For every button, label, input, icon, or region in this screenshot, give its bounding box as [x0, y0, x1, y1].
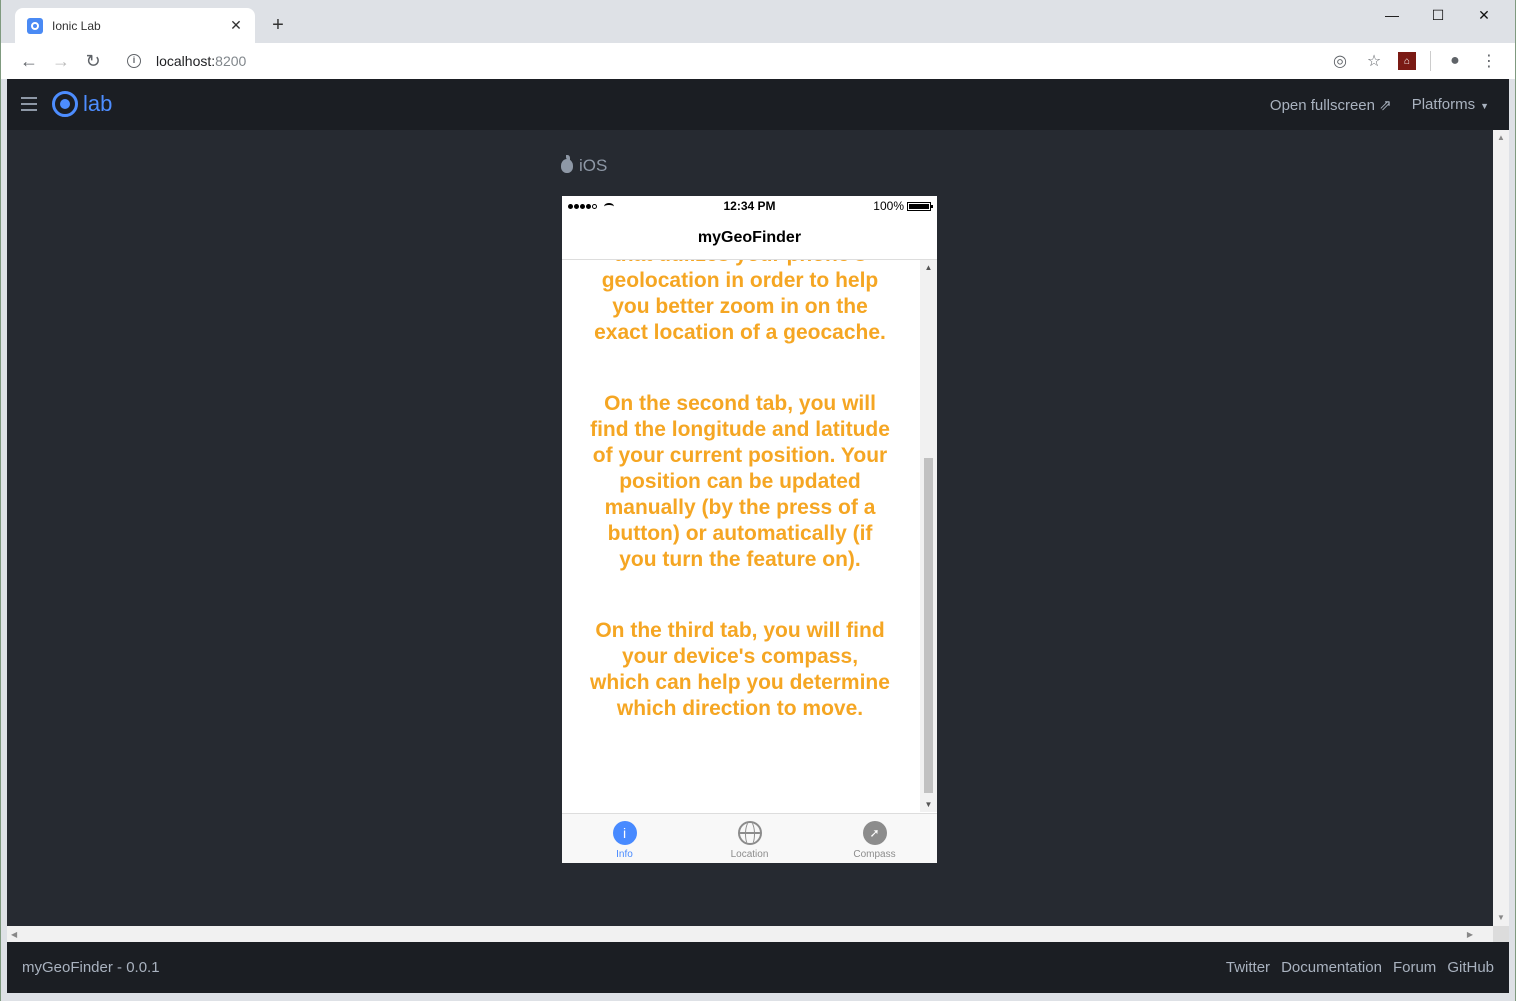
tab-info[interactable]: i Info	[562, 814, 687, 863]
apple-icon	[561, 155, 573, 173]
info-text: that utilizes your phone's geolocation i…	[590, 260, 890, 767]
lab-footer: myGeoFinder - 0.0.1 Twitter Documentatio…	[7, 942, 1509, 993]
url-text: localhost:8200	[156, 53, 247, 69]
platform-label: iOS	[561, 155, 607, 176]
info-icon: i	[612, 821, 637, 845]
ionic-lab: lab Open fullscreen ⇗ Platforms ▼ iOS 12:…	[7, 79, 1509, 993]
minimize-button[interactable]: —	[1369, 0, 1415, 30]
tab-strip: Ionic Lab ✕ + — ☐ ✕	[1, 0, 1515, 43]
scrollbar-corner	[1493, 926, 1509, 942]
open-fullscreen-link[interactable]: Open fullscreen ⇗	[1270, 96, 1392, 114]
platforms-dropdown[interactable]: Platforms ▼	[1412, 96, 1489, 113]
scroll-down-icon[interactable]: ▼	[1493, 910, 1509, 926]
tab-compass[interactable]: ➚ Compass	[812, 814, 937, 863]
scroll-left-icon[interactable]: ◀	[11, 930, 17, 939]
footer-link-forum[interactable]: Forum	[1393, 959, 1436, 976]
pdf-extension-icon[interactable]: ⌂	[1398, 52, 1416, 70]
site-info-icon[interactable]: i	[127, 54, 141, 68]
browser-tab[interactable]: Ionic Lab ✕	[15, 8, 255, 43]
paragraph: that utilizes your phone's geolocation i…	[594, 260, 886, 344]
close-window-button[interactable]: ✕	[1461, 0, 1507, 30]
menu-dots-icon[interactable]: ⋮	[1479, 51, 1499, 71]
compass-icon: ➚	[862, 821, 887, 845]
toolbar-actions: ◎ ☆ ⌂ ● ⋮	[1330, 43, 1499, 79]
scroll-thumb[interactable]	[924, 458, 933, 793]
logo-text: lab	[83, 91, 113, 116]
back-button[interactable]: ←	[13, 47, 45, 75]
lab-logo: lab	[52, 91, 112, 117]
footer-link-github[interactable]: GitHub	[1447, 959, 1494, 976]
footer-link-twitter[interactable]: Twitter	[1226, 959, 1270, 976]
globe-icon	[737, 821, 762, 845]
browser-toolbar: ← → ↻ i localhost:8200 ◎ ☆ ⌂ ● ⋮	[1, 43, 1515, 79]
tab-location[interactable]: Location	[687, 814, 812, 863]
close-tab-icon[interactable]: ✕	[227, 17, 245, 34]
reload-button[interactable]: ↻	[77, 47, 109, 75]
header-actions: Open fullscreen ⇗ Platforms ▼	[1270, 79, 1489, 130]
lab-vertical-scrollbar[interactable]: ▲ ▼	[1493, 130, 1509, 926]
forward-button[interactable]: →	[45, 47, 77, 75]
footer-link-documentation[interactable]: Documentation	[1281, 959, 1382, 976]
scroll-up-icon[interactable]: ▲	[1493, 130, 1509, 146]
scroll-right-icon[interactable]: ▶	[1467, 930, 1473, 939]
content-scrollbar[interactable]: ▲ ▼	[920, 260, 937, 812]
toolbar-divider	[1430, 51, 1431, 71]
scroll-down-icon[interactable]: ▼	[920, 800, 937, 809]
profile-icon[interactable]: ●	[1445, 51, 1465, 71]
address-bar[interactable]: i localhost:8200	[119, 47, 1381, 75]
maximize-button[interactable]: ☐	[1415, 0, 1461, 30]
lab-header: lab Open fullscreen ⇗ Platforms ▼	[7, 79, 1509, 130]
browser-window: Ionic Lab ✕ + — ☐ ✕ ← → ↻ i localhost:82…	[1, 0, 1515, 1001]
external-link-icon: ⇗	[1379, 96, 1392, 114]
footer-links: Twitter Documentation Forum GitHub	[1226, 959, 1494, 976]
bookmark-star-icon[interactable]: ☆	[1364, 51, 1384, 71]
paragraph: On the third tab, you will find your dev…	[590, 619, 890, 720]
battery-icon	[907, 201, 933, 211]
app-title: myGeoFinder	[562, 216, 937, 260]
location-icon[interactable]: ◎	[1330, 51, 1350, 71]
new-tab-button[interactable]: +	[267, 14, 289, 36]
paragraph: On the second tab, you will find the lon…	[590, 392, 890, 571]
ios-status-bar: 12:34 PM 100%	[562, 196, 937, 216]
scroll-up-icon[interactable]: ▲	[920, 263, 937, 272]
info-content: that utilizes your phone's geolocation i…	[562, 260, 937, 812]
hamburger-menu-icon[interactable]	[21, 97, 37, 111]
status-time: 12:34 PM	[723, 199, 776, 213]
caret-down-icon: ▼	[1480, 101, 1489, 111]
tab-title: Ionic Lab	[52, 18, 101, 33]
ionic-logo-icon	[52, 91, 78, 117]
app-version: myGeoFinder - 0.0.1	[22, 959, 160, 976]
app-tab-bar: i Info Location ➚ Compass	[562, 813, 937, 863]
ios-device-preview: 12:34 PM 100% myGeoFinder that utilizes …	[562, 196, 937, 863]
preview-area: iOS 12:34 PM 100% myGeoFinder that utili…	[7, 130, 1493, 926]
lab-horizontal-scrollbar[interactable]: ◀ ▶	[7, 926, 1493, 942]
ionic-favicon-icon	[27, 17, 43, 34]
